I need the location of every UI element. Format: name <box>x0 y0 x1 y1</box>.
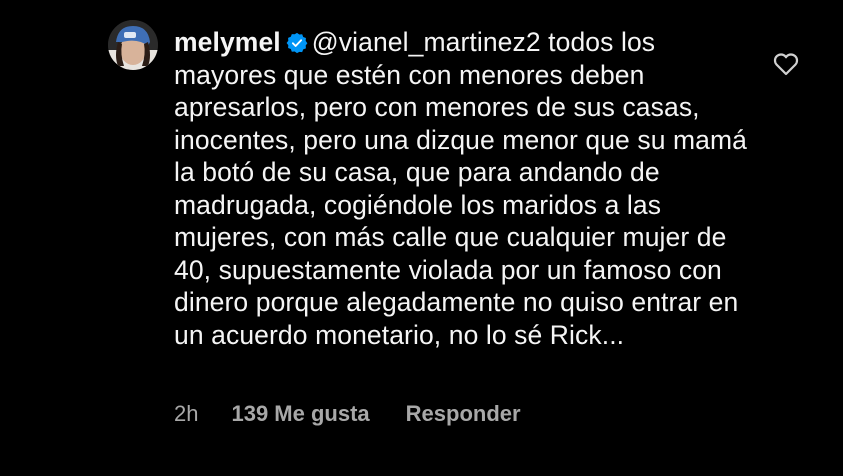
timestamp: 2h <box>174 401 199 426</box>
avatar-image <box>108 20 158 70</box>
mention-link[interactable]: @vianel_martinez2 <box>312 27 541 57</box>
comment-meta: 2h 139 Me gusta Responder <box>174 400 521 428</box>
like-count[interactable]: 139 Me gusta <box>231 400 369 428</box>
reply-button[interactable]: Responder <box>406 400 521 428</box>
username[interactable]: melymel <box>174 27 281 57</box>
avatar[interactable] <box>108 20 158 70</box>
comment-text: todos los mayores que estén con menores … <box>174 27 748 350</box>
comment: melymel @vianel_martinez2 todos los mayor… <box>0 0 843 476</box>
heart-outline-icon[interactable] <box>773 52 799 76</box>
verified-badge-icon <box>286 29 308 54</box>
comment-body: melymel @vianel_martinez2 todos los mayor… <box>174 26 759 351</box>
